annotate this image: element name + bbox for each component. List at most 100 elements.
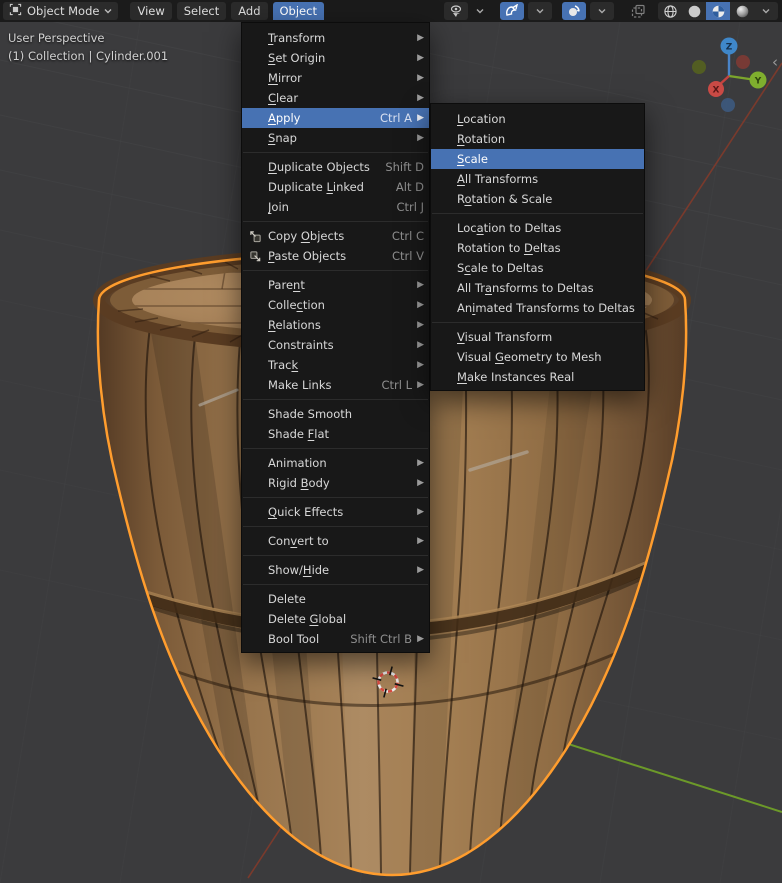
menu-item-delete-global[interactable]: Delete Global (242, 609, 429, 629)
menu-item-rotation-scale[interactable]: Rotation & Scale (431, 189, 644, 209)
menu-item-label: Clear (268, 91, 299, 105)
menu-item-label: Quick Effects (268, 505, 344, 519)
menu-item-transform[interactable]: Transform ▶ (242, 28, 429, 48)
menu-separator (243, 152, 428, 153)
menu-item-rigid-body[interactable]: Rigid Body ▶ (242, 473, 429, 493)
menu-separator (432, 322, 643, 323)
mode-selector-dropdown[interactable]: Object Mode (3, 2, 119, 20)
pivot-dropdown-chevron-icon[interactable] (468, 2, 492, 20)
wireframe-shading-icon[interactable] (658, 2, 682, 20)
submenu-arrow-icon: ▶ (417, 133, 424, 143)
menu-add[interactable]: Add (231, 2, 268, 20)
menu-item-scale[interactable]: Scale (431, 149, 644, 169)
menu-item-shortcut: Ctrl A (380, 111, 412, 125)
solid-shading-icon[interactable] (682, 2, 706, 20)
menu-item-make-instances-real[interactable]: Make Instances Real (431, 367, 644, 387)
gizmo-minus-y-ball (692, 60, 706, 74)
menu-item-paste-objects[interactable]: Paste Objects Ctrl V (242, 246, 429, 266)
menu-separator (243, 526, 428, 527)
proportional-editing-icon[interactable] (562, 2, 586, 20)
menu-item-label: Duplicate Objects (268, 160, 370, 174)
menu-item-shortcut: Shift Ctrl B (350, 632, 412, 646)
menu-item-convert-to[interactable]: Convert to ▶ (242, 531, 429, 551)
menu-item-set-origin[interactable]: Set Origin ▶ (242, 48, 429, 68)
menu-item-delete[interactable]: Delete (242, 589, 429, 609)
menu-item-copy-objects[interactable]: Copy Objects Ctrl C (242, 226, 429, 246)
menu-select[interactable]: Select (176, 2, 227, 20)
menu-item-label: Collection (268, 298, 325, 312)
menu-item-label: Make Links (268, 378, 332, 392)
menu-item-label: Visual Geometry to Mesh (457, 350, 602, 364)
menu-item-location-to-deltas[interactable]: Location to Deltas (431, 218, 644, 238)
menu-item-apply[interactable]: Apply Ctrl A ▶ (242, 108, 429, 128)
blender-3d-viewport: Z Y X ‹ Object Mode View Select Add Obje… (0, 0, 782, 883)
menu-item-bool-tool[interactable]: Bool Tool Shift Ctrl B ▶ (242, 629, 429, 649)
menu-item-snap[interactable]: Snap ▶ (242, 128, 429, 148)
menu-item-all-transforms[interactable]: All Transforms (431, 169, 644, 189)
menu-item-relations[interactable]: Relations ▶ (242, 315, 429, 335)
gizmos-icon[interactable] (626, 2, 650, 20)
menu-separator (243, 555, 428, 556)
menu-item-visual-transform[interactable]: Visual Transform (431, 327, 644, 347)
menu-item-shade-flat[interactable]: Shade Flat (242, 424, 429, 444)
menu-item-duplicate-linked[interactable]: Duplicate Linked Alt D (242, 177, 429, 197)
menu-item-label: Rigid Body (268, 476, 330, 490)
menu-item-label: Duplicate Linked (268, 180, 364, 194)
menu-item-shade-smooth[interactable]: Shade Smooth (242, 404, 429, 424)
submenu-arrow-icon: ▶ (417, 565, 424, 575)
object-mode-icon (9, 3, 22, 19)
menu-item-join[interactable]: Join Ctrl J (242, 197, 429, 217)
menu-item-show-hide[interactable]: Show/Hide ▶ (242, 560, 429, 580)
menu-item-label: Snap (268, 131, 297, 145)
menu-view[interactable]: View (130, 2, 172, 20)
menu-item-rotation-to-deltas[interactable]: Rotation to Deltas (431, 238, 644, 258)
falloff-dropdown-chevron-icon[interactable] (590, 2, 614, 20)
gizmo-z-label: Z (726, 43, 733, 53)
menu-item-constraints[interactable]: Constraints ▶ (242, 335, 429, 355)
submenu-arrow-icon: ▶ (417, 360, 424, 370)
submenu-arrow-icon: ▶ (417, 380, 424, 390)
menu-item-label: All Transforms to Deltas (457, 281, 594, 295)
menu-item-label: Parent (268, 278, 305, 292)
navigation-gizmo[interactable]: Z Y X (692, 37, 767, 113)
menu-item-animation[interactable]: Animation ▶ (242, 453, 429, 473)
material-shading-icon[interactable] (706, 2, 730, 20)
gizmo-y-label: Y (754, 77, 762, 87)
menu-item-all-transforms-to-deltas[interactable]: All Transforms to Deltas (431, 278, 644, 298)
viewport-header: Object Mode View Select Add Object (0, 0, 782, 22)
menu-item-visual-geometry-to-mesh[interactable]: Visual Geometry to Mesh (431, 347, 644, 367)
menu-item-track[interactable]: Track ▶ (242, 355, 429, 375)
menu-item-label: Constraints (268, 338, 334, 352)
menu-item-clear[interactable]: Clear ▶ (242, 88, 429, 108)
menu-item-duplicate-objects[interactable]: Duplicate Objects Shift D (242, 157, 429, 177)
snap-magnet-icon[interactable] (500, 2, 524, 20)
gizmo-x-label: X (713, 86, 720, 96)
menu-object[interactable]: Object (272, 2, 324, 20)
menu-item-label: Copy Objects (268, 229, 345, 243)
menu-item-parent[interactable]: Parent ▶ (242, 275, 429, 295)
menu-item-rotation[interactable]: Rotation (431, 129, 644, 149)
apply-submenu-panel: Location Rotation Scale All Transforms Rotat… (430, 103, 645, 391)
submenu-arrow-icon: ▶ (417, 113, 424, 123)
shading-dropdown-chevron-icon[interactable] (754, 2, 778, 20)
menu-item-animated-transforms-to-deltas[interactable]: Animated Transforms to Deltas (431, 298, 644, 318)
menu-item-label: Relations (268, 318, 321, 332)
menu-item-mirror[interactable]: Mirror ▶ (242, 68, 429, 88)
object-menu-panel: Transform ▶ Set Origin ▶ Mirror ▶ Clear ▶ Apply C… (241, 22, 430, 653)
pivot-point-icon[interactable] (444, 2, 468, 20)
menu-item-label: Visual Transform (457, 330, 553, 344)
menu-item-location[interactable]: Location (431, 109, 644, 129)
menu-separator (243, 270, 428, 271)
rendered-shading-icon[interactable] (730, 2, 754, 20)
snap-dropdown-chevron-icon[interactable] (528, 2, 552, 20)
view-perspective-label: User Perspective (8, 31, 105, 45)
submenu-arrow-icon: ▶ (417, 458, 424, 468)
menu-item-make-links[interactable]: Make Links Ctrl L ▶ (242, 375, 429, 395)
submenu-arrow-icon: ▶ (417, 340, 424, 350)
menu-item-scale-to-deltas[interactable]: Scale to Deltas (431, 258, 644, 278)
menu-item-label: Shade Flat (268, 427, 330, 441)
menu-item-quick-effects[interactable]: Quick Effects ▶ (242, 502, 429, 522)
menu-item-collection[interactable]: Collection ▶ (242, 295, 429, 315)
region-collapse-icon[interactable]: ‹ (772, 53, 778, 71)
menu-item-shortcut: Ctrl L (381, 378, 412, 392)
